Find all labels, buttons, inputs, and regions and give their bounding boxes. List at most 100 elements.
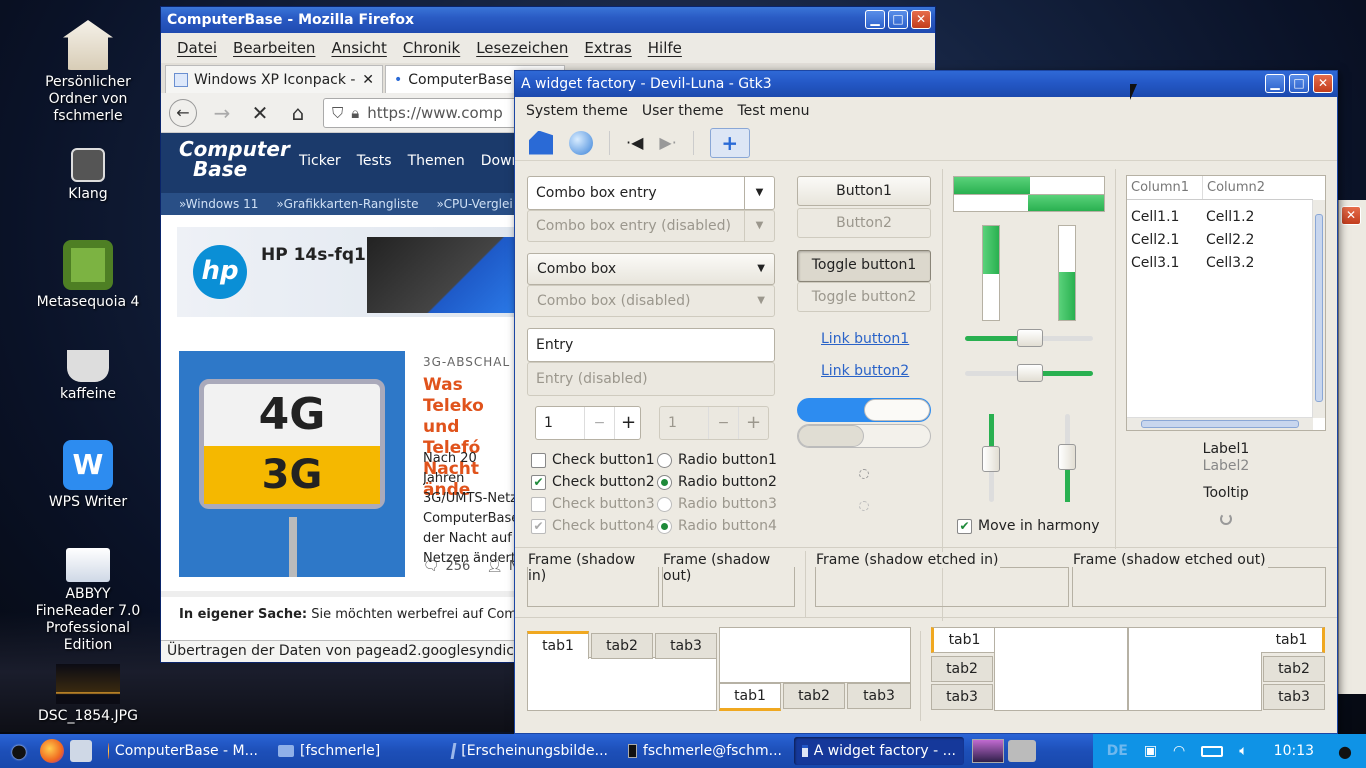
tab-2-top[interactable]: tab2 (591, 633, 653, 659)
tools-launcher-icon[interactable] (70, 740, 92, 762)
gtk-titlebar[interactable]: A widget factory - Devil-Luna - Gtk3 ▁ □… (515, 71, 1337, 97)
stop-icon[interactable]: ✕ (247, 101, 273, 125)
combo-box[interactable]: Combo box ▼ (527, 253, 775, 285)
menu-ansicht[interactable]: Ansicht (331, 39, 386, 57)
site-nav-ticker[interactable]: Ticker (299, 153, 341, 169)
scale-handle[interactable] (1017, 329, 1043, 347)
menu-extras[interactable]: Extras (584, 39, 631, 57)
subnav-link[interactable]: »Grafikkarten-Rangliste (276, 197, 418, 211)
minimize-button[interactable]: ▁ (1265, 74, 1285, 93)
button-1[interactable]: Button1 (797, 176, 931, 206)
battery-icon[interactable] (1201, 745, 1224, 757)
wifi-icon[interactable]: ◠ (1173, 743, 1185, 759)
column-header-2[interactable]: Column2 (1202, 176, 1312, 199)
close-button[interactable]: ✕ (911, 10, 931, 29)
globe-icon[interactable] (569, 130, 593, 155)
task-widget-factory[interactable]: A widget factory - ... (794, 737, 964, 765)
move-in-harmony-check[interactable]: ✔ Move in harmony (957, 518, 1100, 534)
scale-handle[interactable] (1058, 444, 1076, 470)
subnav-link[interactable]: »CPU-Verglei (437, 197, 513, 211)
check-button-2[interactable]: ✔ Check button2 (531, 474, 655, 490)
desktop-icon-metasequoia[interactable]: Metasequoia 4 (26, 240, 150, 311)
scale-horizontal[interactable] (965, 329, 1093, 347)
entry[interactable]: Entry (527, 328, 775, 362)
firefox-launcher-icon[interactable] (40, 739, 64, 763)
tab-3-right[interactable]: tab3 (1263, 684, 1325, 710)
scrollbar-thumb[interactable] (1315, 214, 1323, 402)
ad-banner[interactable]: hp HP 14s-fq1154ng (177, 227, 517, 317)
task-folder[interactable]: [fschmerle] (270, 737, 440, 765)
column-header-1[interactable]: Column1 (1127, 176, 1202, 199)
subnav-link[interactable]: »Windows 11 (179, 197, 258, 211)
task-appearance[interactable]: [Erscheinungsbilde... (444, 737, 616, 765)
go-forward-icon[interactable]: ▶· (659, 133, 676, 152)
check-button-1[interactable]: Check button1 (531, 452, 655, 468)
desktop-icon-klang[interactable]: Klang (26, 148, 150, 203)
site-nav-tests[interactable]: Tests (357, 153, 392, 169)
radio-button-2[interactable]: Radio button2 (657, 474, 777, 490)
chevron-down-icon[interactable]: ▼ (744, 177, 774, 209)
menu-test[interactable]: Test menu (737, 103, 809, 119)
plus-icon[interactable]: + (614, 407, 642, 439)
keyboard-layout[interactable]: DE (1107, 743, 1128, 759)
apple-menu-icon[interactable]: ● (1338, 742, 1352, 761)
maximize-button[interactable]: □ (888, 10, 908, 29)
close-button[interactable]: ✕ (1341, 206, 1361, 225)
app-icon[interactable] (529, 130, 553, 155)
table-row[interactable]: Cell2.1 Cell2.2 (1131, 229, 1254, 252)
background-window[interactable]: ✕ (1338, 200, 1366, 694)
home-icon[interactable]: ⌂ (285, 101, 311, 125)
menu-system-theme[interactable]: System theme (526, 103, 628, 119)
tooltip-label[interactable]: Tooltip (1126, 485, 1326, 501)
desktop-icon-home[interactable]: Persönlicher Ordner von fschmerle (26, 20, 150, 125)
vertical-scrollbar[interactable] (1312, 200, 1325, 418)
tab-1-top[interactable]: tab1 (527, 631, 589, 659)
add-button[interactable]: + (709, 127, 750, 158)
tab-close-icon[interactable]: ✕ (362, 72, 374, 88)
volume-icon[interactable]: 🔈︎ (1239, 743, 1247, 759)
menu-user-theme[interactable]: User theme (642, 103, 724, 119)
tab-1-left[interactable]: tab1 (931, 627, 995, 653)
minimize-button[interactable]: ▁ (865, 10, 885, 29)
maximize-button[interactable]: □ (1289, 74, 1309, 93)
tab-2-bottom[interactable]: tab2 (783, 683, 845, 709)
combo-box-entry[interactable]: Combo box entry ▼ (527, 176, 775, 210)
scale-vertical[interactable] (1058, 414, 1076, 502)
tab-2-right[interactable]: tab2 (1263, 656, 1325, 682)
tab-1-bottom[interactable]: tab1 (719, 683, 781, 711)
drive-icon[interactable] (1008, 740, 1036, 762)
scale-vertical[interactable] (982, 414, 1000, 502)
link-button-1[interactable]: Link button1 (821, 331, 909, 347)
menu-lesezeichen[interactable]: Lesezeichen (476, 39, 568, 57)
tab-2-left[interactable]: tab2 (931, 656, 993, 682)
desktop-icon-abbyy[interactable]: ABBYY FineReader 7.0 Professional Editio… (26, 548, 150, 654)
tab-1-right[interactable]: tab1 (1261, 627, 1325, 653)
menu-chronik[interactable]: Chronik (403, 39, 460, 57)
tab-3-left[interactable]: tab3 (931, 684, 993, 710)
start-apple-icon[interactable]: ● (4, 741, 34, 762)
desktop-icon-photo[interactable]: DSC_1854.JPG (26, 664, 150, 725)
comment-count[interactable]: 256 (446, 559, 471, 574)
clock[interactable]: 10:13 (1274, 743, 1314, 759)
article-image[interactable]: 4G 3G (179, 351, 405, 577)
tab-windows-xp[interactable]: Windows XP Iconpack - C ✕ (165, 65, 383, 93)
back-icon[interactable]: ← (169, 98, 197, 127)
task-firefox[interactable]: ComputerBase - M... (100, 737, 266, 765)
desktop-icon-kaffeine[interactable]: kaffeine (26, 350, 150, 403)
menu-bearbeiten[interactable]: Bearbeiten (233, 39, 315, 57)
close-button[interactable]: ✕ (1313, 74, 1333, 93)
switch-off[interactable] (797, 424, 931, 448)
toggle-button-1[interactable]: Toggle button1 (797, 250, 931, 282)
workspace-switcher-icon[interactable] (972, 739, 1004, 763)
link-button-2[interactable]: Link button2 (821, 363, 909, 379)
tab-3-bottom[interactable]: tab3 (847, 683, 911, 709)
table-row[interactable]: Cell3.1 Cell3.2 (1131, 252, 1254, 275)
spin-button[interactable]: 1 − + (535, 406, 641, 440)
horizontal-scrollbar[interactable] (1127, 417, 1313, 430)
menu-datei[interactable]: Datei (177, 39, 217, 57)
scale-horizontal[interactable] (965, 364, 1093, 382)
site-logo[interactable]: Computer Base (179, 139, 290, 179)
firefox-titlebar[interactable]: ComputerBase - Mozilla Firefox ▁ □ ✕ (161, 7, 935, 33)
switch-on[interactable] (797, 398, 931, 422)
desktop-icon-wps[interactable]: W WPS Writer (26, 440, 150, 511)
